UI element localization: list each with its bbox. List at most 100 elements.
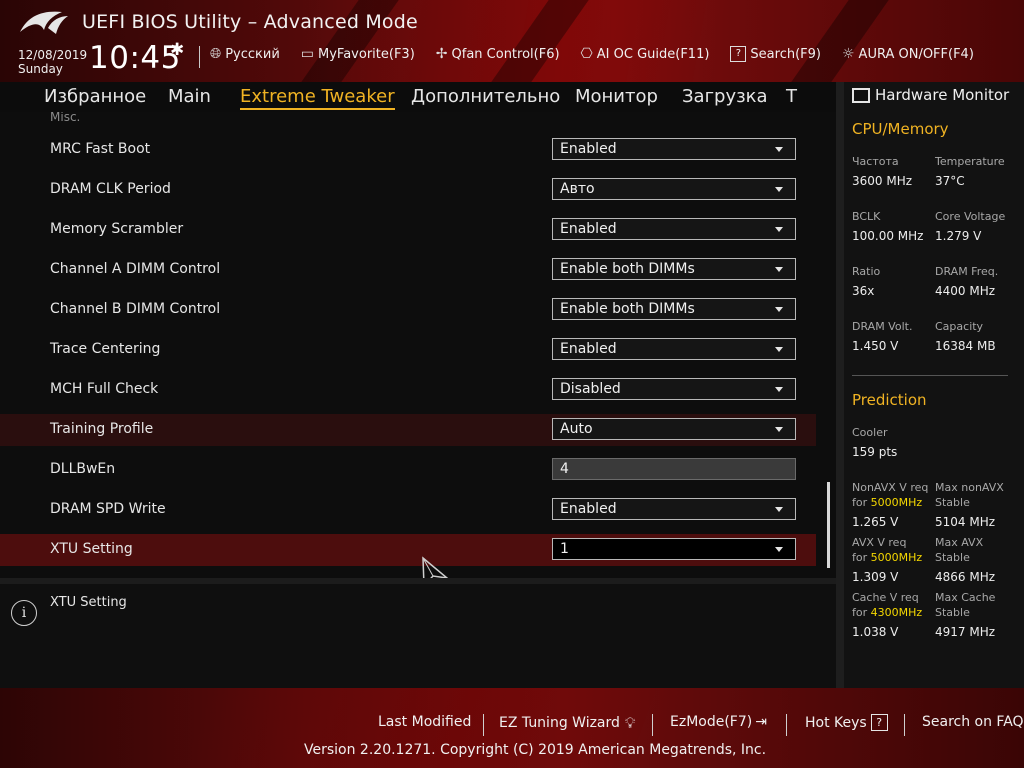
copyright-text: Version 2.20.1271. Copyright (C) 2019 Am… (304, 742, 767, 758)
setting-row-dram-spd-write[interactable]: DRAM SPD Write Enabled (0, 494, 816, 526)
trace-centering-dropdown[interactable]: Enabled (552, 338, 796, 360)
section-label: Misc. (50, 112, 81, 124)
ratio-value: 36x (852, 284, 875, 298)
setting-row-mrc-fast-boot[interactable]: MRC Fast Boot Enabled (0, 134, 816, 166)
mch-full-check-dropdown[interactable]: Disabled (552, 378, 796, 400)
qfan-label: Qfan Control(F6) (451, 46, 560, 62)
cache-freq: 4300MHz (870, 606, 923, 619)
dram-volt-value: 1.450 V (852, 339, 899, 353)
tab-main[interactable]: Main (168, 86, 211, 107)
dllbwen-input[interactable]: 4 (552, 458, 796, 480)
date-text: 12/08/2019 (18, 48, 88, 62)
setting-row-training-profile[interactable]: Training Profile Auto (0, 414, 816, 446)
chevron-down-icon (775, 427, 783, 432)
tab-advanced[interactable]: Дополнительно (411, 86, 560, 107)
mouse-cursor-icon (422, 556, 449, 578)
tab-favorites[interactable]: Избранное (44, 86, 146, 107)
bclk-value: 100.00 MHz (852, 229, 924, 243)
max-nonavx-value: 5104 MHz (935, 515, 996, 529)
hardware-monitor-panel: Hardware Monitor CPU/Memory Частота 3600… (844, 82, 1024, 688)
divider (199, 46, 200, 68)
monitor-divider (852, 375, 1008, 376)
avx-vreq-value: 1.309 V (852, 570, 899, 584)
hot-keys-button[interactable]: Hot Keys ? (805, 714, 888, 731)
clock: 10:45 (89, 40, 181, 76)
setting-row-memory-scrambler[interactable]: Memory Scrambler Enabled (0, 214, 816, 246)
setting-row-mch-full-check[interactable]: MCH Full Check Disabled (0, 374, 816, 406)
avx-vreq-title: AVX V req (852, 536, 907, 549)
setting-row-dram-clk-period[interactable]: DRAM CLK Period Авто (0, 174, 816, 206)
setting-row-xtu-setting[interactable]: XTU Setting 1 (0, 534, 816, 566)
dropdown-value: Enabled (560, 221, 617, 237)
ez-tuning-wizard-button[interactable]: EZ Tuning Wizard 💡︎ (499, 714, 635, 732)
temperature-value: 37°C (935, 174, 965, 188)
capacity-label: Capacity (935, 320, 984, 333)
scrollbar[interactable] (827, 482, 830, 568)
setting-label: Memory Scrambler (50, 221, 184, 237)
cache-vreq-title: Cache V req (852, 591, 919, 604)
ez-mode-button[interactable]: EzMode(F7) ⇥ (670, 714, 767, 730)
max-cache-label: Max Cache Stable (935, 591, 996, 619)
search-faq-label: Search on FAQ (922, 714, 1024, 730)
mrc-fast-boot-dropdown[interactable]: Enabled (552, 138, 796, 160)
tab-boot[interactable]: Загрузка (682, 86, 768, 107)
xtu-setting-dropdown[interactable]: 1 (552, 538, 796, 560)
qfan-control-button[interactable]: ✢ Qfan Control(F6) (436, 46, 560, 62)
top-bar: UEFI BIOS Utility – Advanced Mode 12/08/… (0, 0, 1024, 82)
last-modified-label: Last Modified (378, 714, 472, 730)
aura-toggle-button[interactable]: ☼ AURA ON/OFF(F4) (842, 46, 974, 62)
hot-keys-label: Hot Keys (805, 714, 867, 731)
memory-scrambler-dropdown[interactable]: Enabled (552, 218, 796, 240)
gear-icon[interactable]: ✱ (170, 40, 184, 60)
dropdown-value: Disabled (560, 381, 621, 397)
fan-icon: ✢ (435, 46, 448, 62)
tab-monitor[interactable]: Монитор (575, 86, 658, 107)
myfavorite-button[interactable]: ▭ MyFavorite(F3) (301, 46, 415, 62)
channel-b-dimm-dropdown[interactable]: Enable both DIMMs (552, 298, 796, 320)
ratio-label: Ratio (852, 265, 881, 278)
aura-label: AURA ON/OFF(F4) (858, 46, 974, 62)
dropdown-value: Enable both DIMMs (560, 261, 695, 277)
last-modified-button[interactable]: Last Modified (378, 714, 471, 730)
chevron-down-icon (775, 347, 783, 352)
setting-row-trace-centering[interactable]: Trace Centering Enabled (0, 334, 816, 366)
max-cache-value: 4917 MHz (935, 625, 996, 639)
ai-oc-guide-button[interactable]: ⎔ AI OC Guide(F11) (581, 46, 710, 62)
nonavx-vreq-for: for 5000MHz (852, 496, 923, 509)
dropdown-value: Auto (560, 421, 593, 437)
cache-vreq-label: Cache V req for 4300MHz (852, 590, 922, 620)
tab-tool[interactable]: Т (786, 86, 797, 107)
dram-clk-period-dropdown[interactable]: Авто (552, 178, 796, 200)
search-label: Search(F9) (750, 46, 821, 62)
tab-bar: Избранное Main Extreme Tweaker Дополните… (0, 82, 836, 113)
app-title: UEFI BIOS Utility – Advanced Mode (82, 11, 418, 33)
cache-vreq-value: 1.038 V (852, 625, 899, 639)
info-icon: i (11, 600, 37, 626)
dram-spd-write-dropdown[interactable]: Enabled (552, 498, 796, 520)
frequency-label: Частота (852, 155, 899, 168)
cooler-label: Cooler (852, 426, 888, 439)
nonavx-vreq-title: NonAVX V req (852, 481, 929, 494)
setting-row-channel-b-dimm[interactable]: Channel B DIMM Control Enable both DIMMs (0, 294, 816, 326)
dram-volt-label: DRAM Volt. (852, 320, 913, 333)
search-button[interactable]: ? Search(F9) (730, 46, 821, 62)
language-button[interactable]: 🌐︎ Русский (210, 46, 280, 62)
chevron-down-icon (775, 187, 783, 192)
bottom-bar: Last Modified EZ Tuning Wizard 💡︎ EzMode… (0, 688, 1024, 768)
capacity-value: 16384 MB (935, 339, 996, 353)
input-value: 4 (560, 461, 569, 477)
nonavx-vreq-value: 1.265 V (852, 515, 899, 529)
chevron-down-icon (775, 227, 783, 232)
tab-extreme-tweaker[interactable]: Extreme Tweaker (240, 86, 395, 110)
setting-label: DRAM SPD Write (50, 501, 166, 517)
setting-row-channel-a-dimm[interactable]: Channel A DIMM Control Enable both DIMMs (0, 254, 816, 286)
monitor-icon (852, 87, 870, 103)
channel-a-dimm-dropdown[interactable]: Enable both DIMMs (552, 258, 796, 280)
setting-row-dllbwen[interactable]: DLLBwEn 4 (0, 454, 816, 486)
ez-mode-label: EzMode(F7) (670, 714, 753, 730)
core-voltage-label: Core Voltage (935, 210, 1006, 223)
search-help-icon: ? (730, 46, 747, 62)
hardware-monitor-title: Hardware Monitor (852, 86, 1009, 104)
search-faq-button[interactable]: Search on FAQ (922, 714, 1024, 730)
training-profile-dropdown[interactable]: Auto (552, 418, 796, 440)
